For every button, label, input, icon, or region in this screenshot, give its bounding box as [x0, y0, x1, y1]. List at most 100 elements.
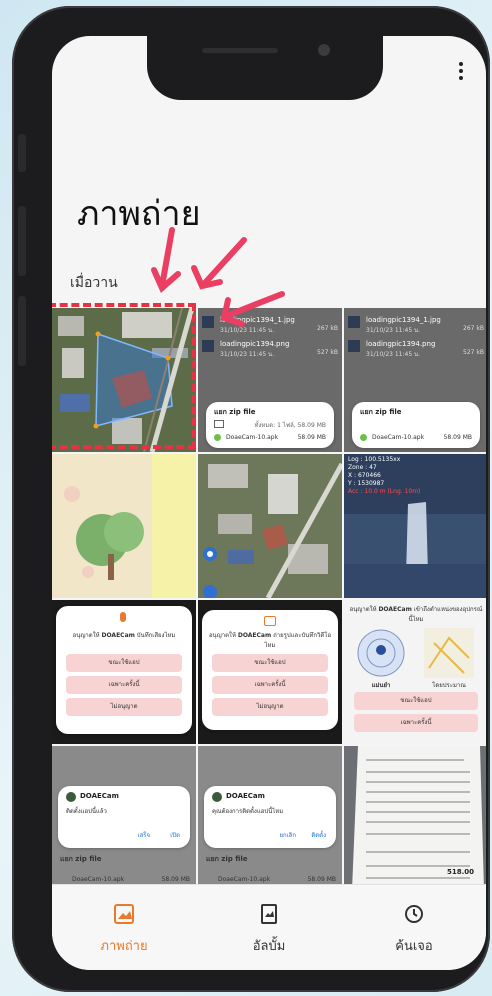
file-size: 267 kB — [463, 325, 484, 332]
android-icon — [360, 434, 367, 441]
gps-line: Acc : 10.0 m (Lng. 10m) — [348, 488, 421, 495]
file-thumb — [202, 340, 214, 352]
gps-line: Log : 100.5135xx — [348, 456, 401, 463]
mic-icon — [120, 612, 126, 622]
aerial-thumbnail — [198, 454, 342, 598]
file-thumb — [202, 316, 214, 328]
allow-while-using-button: ขณะใช้แอป — [66, 654, 182, 672]
permission-dialog: อนุญาตให้ DOAECam ถ่ายรูปและบันทึกวิดีโอ… — [202, 610, 338, 730]
app-icon — [66, 792, 76, 802]
phone-frame: ภาพถ่าย เมื่อวาน loadingpic1394_1.jpg 31… — [12, 6, 490, 992]
done-button: เสร็จ — [137, 832, 150, 839]
android-icon — [214, 434, 221, 441]
zip-sheet-title: แยก zip file — [206, 855, 248, 863]
file-size: 527 kB — [463, 349, 484, 356]
permission-dialog: อนุญาตให้ DOAECam บันทึกเสียงไหม ขณะใช้แ… — [56, 606, 192, 734]
arrow-1-head — [151, 267, 181, 293]
gps-line: X : 670466 — [348, 472, 381, 479]
permission-text: อนุญาตให้ DOAECam บันทึกเสียงไหม — [72, 632, 176, 639]
photo-grid: loadingpic1394_1.jpg 31/10/23 11:45 น. 2… — [52, 308, 486, 890]
arrow-2-head — [191, 265, 223, 290]
file-name: loadingpic1394_1.jpg — [366, 316, 441, 324]
photo-install-prompt[interactable]: DOAECam คุณต้องการติดตั้งแอปนี้ไหม ยกเลิ… — [198, 746, 342, 890]
file-name: loadingpic1394.png — [366, 340, 436, 348]
photo-mic-permission[interactable]: อนุญาตให้ DOAECam บันทึกเสียงไหม ขณะใช้แ… — [52, 600, 196, 744]
photo-zip-screenshot-2[interactable]: loadingpic1394_1.jpg 31/10/23 11:45 น. 2… — [344, 308, 486, 452]
file-date: 31/10/23 11:45 น. — [220, 327, 275, 334]
receipt-total: 518.00 — [446, 868, 474, 876]
allow-once-button: เฉพาะครั้งนี้ — [212, 676, 328, 694]
open-button: เปิด — [170, 832, 180, 839]
apk-name: DoaeCam-10.apk — [226, 434, 279, 441]
file-size: 267 kB — [317, 325, 338, 332]
install-dialog: DOAECam ติดตั้งแอปนี้แล้ว เสร็จ เปิด — [58, 786, 190, 848]
more-options-icon[interactable] — [456, 60, 466, 84]
arrow-2 — [201, 237, 247, 287]
photo-illustration[interactable] — [52, 454, 196, 598]
zip-sheet-title: แยก zip file — [214, 408, 256, 416]
photo-camera-permission[interactable]: อนุญาตให้ DOAECam ถ่ายรูปและบันทึกวิดีโอ… — [198, 600, 342, 744]
apk-size: 58.09 MB — [297, 434, 326, 441]
app-name: DOAECam — [226, 792, 265, 800]
allow-once-button: เฉพาะครั้งนี้ — [354, 714, 478, 732]
deny-button: ไม่อนุญาต — [212, 698, 328, 716]
photo-receipt[interactable]: 518.00 — [344, 746, 486, 890]
screen: ภาพถ่าย เมื่อวาน loadingpic1394_1.jpg 31… — [52, 36, 486, 970]
apk-size: 58.09 MB — [307, 876, 336, 883]
album-icon — [261, 904, 277, 924]
nav-photos-label: ภาพถ่าย — [100, 939, 148, 954]
precise-label: แม่นยำ — [371, 682, 391, 689]
nav-albums-label: อัลบั้ม — [252, 939, 286, 954]
file-date: 31/10/23 11:45 น. — [366, 351, 421, 358]
apk-name: DoaeCam-10.apk — [218, 876, 271, 883]
gps-overlay: Log : 100.5135xx Zone : 47 X : 670466 Y … — [348, 456, 420, 496]
permission-text: อนุญาตให้ DOAECam เข้าถึงตำแหน่งของอุปกร… — [349, 606, 483, 623]
zip-sheet-title: แยก zip file — [60, 855, 102, 863]
map-thumbnail — [52, 308, 196, 452]
allow-while-using-button: ขณะใช้แอป — [212, 654, 328, 672]
install-message: คุณต้องการติดตั้งแอปนี้ไหม — [212, 808, 284, 815]
photo-camera-gps[interactable]: Log : 100.5135xx Zone : 47 X : 670466 Y … — [344, 454, 486, 598]
nav-search[interactable]: ค้นเจอ — [354, 903, 474, 956]
apk-size: 58.09 MB — [161, 876, 190, 883]
date-section-label: เมื่อวาน — [70, 275, 118, 291]
allow-while-using-button: ขณะใช้แอป — [354, 692, 478, 710]
app-name: DOAECam — [80, 792, 119, 800]
photo-zip-screenshot-1[interactable]: loadingpic1394_1.jpg 31/10/23 11:45 น. 2… — [198, 308, 342, 452]
volume-up-button — [18, 206, 26, 276]
speaker — [202, 48, 278, 53]
photo-location-permission[interactable]: อนุญาตให้ DOAECam เข้าถึงตำแหน่งของอุปกร… — [344, 600, 486, 744]
approx-label: โดยประมาณ — [432, 682, 466, 689]
photo-installed-dialog[interactable]: DOAECam ติดตั้งแอปนี้แล้ว เสร็จ เปิด แยก… — [52, 746, 196, 890]
file-name: loadingpic1394_1.jpg — [220, 316, 295, 324]
gps-line: Zone : 47 — [348, 464, 377, 471]
deny-button: ไม่อนุญาต — [66, 698, 182, 716]
apk-size: 58.09 MB — [443, 434, 472, 441]
permission-text: อนุญาตให้ DOAECam ถ่ายรูปและบันทึกวิดีโอ… — [208, 632, 332, 649]
install-dialog: DOAECam คุณต้องการติดตั้งแอปนี้ไหม ยกเลิ… — [204, 786, 336, 848]
nav-photos[interactable]: ภาพถ่าย — [64, 903, 184, 956]
file-thumb — [348, 340, 360, 352]
photo-map-selected[interactable] — [52, 308, 196, 452]
page-title: ภาพถ่าย — [77, 194, 201, 234]
photo-icon — [114, 904, 134, 924]
gps-line: Y : 1530987 — [348, 480, 385, 487]
photo-aerial-map[interactable] — [198, 454, 342, 598]
zip-sheet-meta: ทั้งหมด: 1 ไฟล์, 58.09 MB — [254, 422, 326, 429]
bottom-nav: ภาพถ่าย อัลบั้ม ค้นเจอ — [52, 884, 486, 970]
zip-sheet: แยก zip file DoaeCam-10.apk 58.09 MB — [352, 402, 480, 448]
file-name: loadingpic1394.png — [220, 340, 290, 348]
precise-location-icon — [357, 629, 405, 677]
allow-once-button: เฉพาะครั้งนี้ — [66, 676, 182, 694]
file-date: 31/10/23 11:45 น. — [220, 351, 275, 358]
app-icon — [212, 792, 222, 802]
nav-albums[interactable]: อัลบั้ม — [209, 903, 329, 956]
nav-search-label: ค้นเจอ — [395, 939, 433, 954]
apk-name: DoaeCam-10.apk — [72, 876, 125, 883]
volume-down-button — [18, 296, 26, 366]
illustration-thumbnail — [52, 454, 196, 598]
notch — [147, 36, 383, 100]
install-button: ติดตั้ง — [311, 832, 326, 839]
video-camera-icon — [264, 616, 276, 626]
file-size: 527 kB — [317, 349, 338, 356]
